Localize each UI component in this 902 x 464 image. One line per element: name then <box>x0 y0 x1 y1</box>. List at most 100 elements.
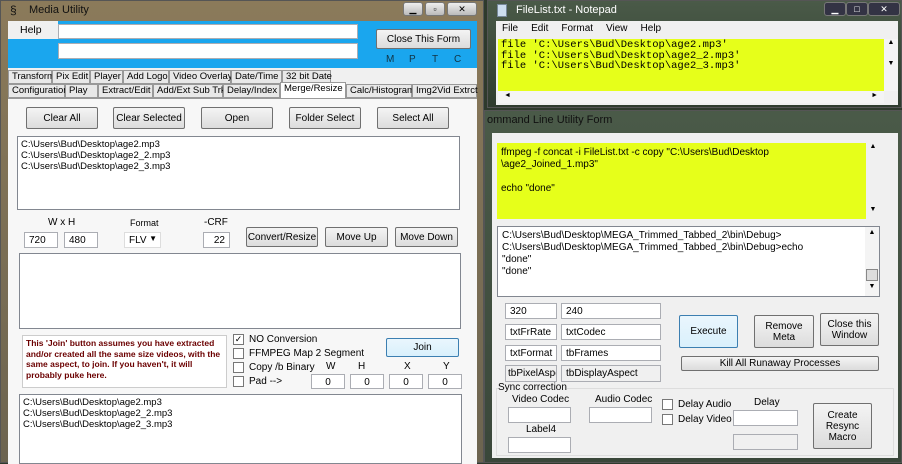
folder-select-button[interactable]: Folder Select <box>289 107 361 129</box>
maximize-button[interactable]: ▫ <box>425 2 445 16</box>
tab-add-ext-sub-trk[interactable]: Add/Ext Sub Trk <box>153 84 226 98</box>
tab-video-overlay[interactable]: Video Overlay <box>169 70 233 84</box>
list-item[interactable]: C:\Users\Bud\Desktop\age2.mp3 <box>21 139 456 150</box>
width-field[interactable]: 320 <box>505 303 557 319</box>
video-codec-label: Video Codec <box>512 394 570 405</box>
format-select[interactable]: FLV ▼ <box>124 232 161 248</box>
height-field[interactable]: 240 <box>561 303 661 319</box>
output-list[interactable] <box>19 253 461 329</box>
tab-extract-edit[interactable]: Extract/Edit <box>98 84 153 98</box>
command-scrollbar[interactable]: ▲ ▼ <box>866 143 880 219</box>
list-item[interactable]: C:\Users\Bud\Desktop\age2_2.mp3 <box>23 408 458 419</box>
pad-w-label: W <box>326 361 336 372</box>
close-this-form-button[interactable]: Close This Form <box>376 29 471 49</box>
tab-img2vid-extrct[interactable]: Img2Vid Extrct <box>412 84 478 98</box>
window-title: Media Utility <box>29 4 89 16</box>
menu-file[interactable]: File <box>502 23 518 35</box>
notepad-text-area[interactable]: file 'C:\Users\Bud\Desktop\age2.mp3' fil… <box>498 39 884 91</box>
pixel-aspect-field[interactable]: tbPixelAspec <box>505 365 557 382</box>
tab-play[interactable]: Play <box>65 84 98 98</box>
frame-rate-field[interactable]: txtFrRate <box>505 324 557 340</box>
tab-date-time[interactable]: Date/Time <box>231 70 282 84</box>
open-button[interactable]: Open <box>201 107 273 129</box>
list-item[interactable]: C:\Users\Bud\Desktop\age2_2.mp3 <box>21 150 456 161</box>
app-icon: § <box>10 3 17 17</box>
close-button[interactable]: ✕ <box>868 2 900 16</box>
list-item[interactable]: C:\Users\Bud\Desktop\age2_3.mp3 <box>21 161 456 172</box>
tab-configuration[interactable]: Configuration <box>8 84 69 98</box>
join-file-list[interactable]: C:\Users\Bud\Desktop\age2.mp3 C:\Users\B… <box>19 394 462 464</box>
menu-edit[interactable]: Edit <box>531 23 548 35</box>
tab-delay-index[interactable]: Delay/Index <box>223 84 280 98</box>
file-list[interactable]: C:\Users\Bud\Desktop\age2.mp3 C:\Users\B… <box>17 136 460 210</box>
minimize-button[interactable]: ▁ <box>403 2 423 16</box>
audio-codec-field[interactable] <box>589 407 652 423</box>
pad-x-input[interactable]: 0 <box>389 374 423 389</box>
output-line: C:\Users\Bud\Desktop\MEGA_Trimmed_Tabbed… <box>502 230 782 241</box>
format-field[interactable]: txtFormat <box>505 345 557 361</box>
vertical-scrollbar[interactable]: ▲ ▼ <box>884 39 898 91</box>
display-aspect-field[interactable]: tbDisplayAspect <box>561 365 661 382</box>
execute-button[interactable]: Execute <box>679 315 738 348</box>
join-button[interactable]: Join <box>386 338 459 357</box>
tab-pix-edit[interactable]: Pix Edit <box>52 70 90 84</box>
width-input[interactable]: 720 <box>24 232 58 248</box>
tab-calc-histogram[interactable]: Calc/Histogram <box>346 84 415 98</box>
video-codec-field[interactable] <box>508 407 571 423</box>
select-all-button[interactable]: Select All <box>377 107 449 129</box>
create-resync-macro-button[interactable]: Create Resync Macro <box>813 403 872 449</box>
clear-selected-button[interactable]: Clear Selected <box>113 107 185 129</box>
checkbox-box <box>233 348 244 359</box>
maximize-button[interactable]: □ <box>846 2 868 16</box>
menu-format[interactable]: Format <box>561 23 593 35</box>
minimize-button[interactable]: ▁ <box>824 2 846 16</box>
tab-merge-resize[interactable]: Merge/Resize <box>280 82 346 99</box>
ffmpeg-map-checkbox[interactable]: FFMPEG Map 2 Segment <box>233 348 364 359</box>
no-conversion-checkbox[interactable]: ✓ NO Conversion <box>233 334 317 345</box>
pad-h-input[interactable]: 0 <box>350 374 384 389</box>
delay-video-checkbox[interactable]: Delay Video <box>662 414 732 425</box>
delay-field[interactable] <box>733 410 798 426</box>
status-field-2[interactable] <box>58 43 358 59</box>
clear-all-button[interactable]: Clear All <box>26 107 98 129</box>
remove-meta-button[interactable]: Remove Meta <box>754 315 814 348</box>
pad-y-input[interactable]: 0 <box>428 374 462 389</box>
pad-w-input[interactable]: 0 <box>311 374 345 389</box>
move-down-button[interactable]: Move Down <box>395 227 458 247</box>
move-up-button[interactable]: Move Up <box>325 227 388 247</box>
crf-input[interactable]: 22 <box>203 232 230 248</box>
kill-runaway-processes-button[interactable]: Kill All Runaway Processes <box>681 356 879 371</box>
command-text-area[interactable]: ffmpeg -f concat -i FileList.txt -c copy… <box>497 143 880 219</box>
copy-binary-checkbox[interactable]: Copy /b Binary <box>233 362 315 373</box>
menu-help[interactable]: Help <box>8 21 58 39</box>
tab-add-logo[interactable]: Add Logo <box>123 70 169 84</box>
cmd-client: ffmpeg -f concat -i FileList.txt -c copy… <box>492 133 898 458</box>
codec-field[interactable]: txtCodec <box>561 324 661 340</box>
list-item[interactable]: C:\Users\Bud\Desktop\age2_3.mp3 <box>23 419 458 430</box>
letter-p: P <box>409 54 416 65</box>
text-line: file 'C:\Users\Bud\Desktop\age2.mp3' <box>501 39 728 51</box>
output-scrollbar[interactable]: ▲ ▼ <box>865 227 879 296</box>
tab-transform[interactable]: Transform <box>8 70 55 84</box>
output-line: "done" <box>502 266 532 277</box>
menu-help[interactable]: Help <box>641 23 662 35</box>
checkbox-label: Pad --> <box>249 376 283 387</box>
output-line: "done" <box>502 254 532 265</box>
pad-checkbox[interactable]: Pad --> <box>233 376 282 387</box>
list-item[interactable]: C:\Users\Bud\Desktop\age2.mp3 <box>23 397 458 408</box>
close-button[interactable]: ✕ <box>447 2 477 16</box>
horizontal-scrollbar[interactable]: ◄ ► <box>498 91 884 103</box>
output-text-area[interactable]: C:\Users\Bud\Desktop\MEGA_Trimmed_Tabbed… <box>497 226 880 297</box>
tab-player[interactable]: Player <box>90 70 123 84</box>
close-this-window-button[interactable]: Close this Window <box>820 313 879 346</box>
label4-field[interactable] <box>508 437 571 453</box>
status-field-1[interactable] <box>58 24 358 39</box>
convert-resize-button[interactable]: Convert/Resize <box>246 227 318 247</box>
delay-audio-checkbox[interactable]: Delay Audio <box>662 399 731 410</box>
command-line-window: ommand Line Utility Form ffmpeg -f conca… <box>484 110 902 463</box>
join-note: This 'Join' button assumes you have extr… <box>22 335 227 388</box>
command-line: ffmpeg -f concat -i FileList.txt -c copy… <box>501 147 769 158</box>
frames-field[interactable]: tbFrames <box>561 345 661 361</box>
menu-view[interactable]: View <box>606 23 628 35</box>
height-input[interactable]: 480 <box>64 232 98 248</box>
